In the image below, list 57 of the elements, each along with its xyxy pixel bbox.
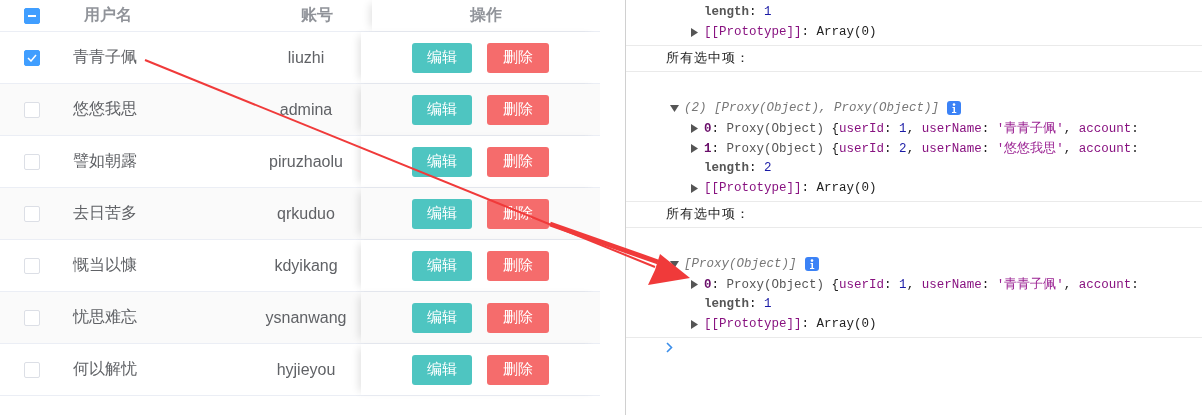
column-header: 用户名 <box>83 5 133 26</box>
table-cell-text: qrkuduo <box>276 204 336 223</box>
edit-button[interactable]: 编辑 <box>412 42 472 73</box>
table-cell-text: hyjieyou <box>275 360 337 379</box>
checkmark-icon <box>27 53 37 62</box>
table-cell-text: liuzhi <box>286 48 326 67</box>
edit-button[interactable]: 编辑 <box>412 198 472 229</box>
edit-button[interactable]: 编辑 <box>412 250 472 281</box>
column-header: 账号 <box>300 5 334 25</box>
table-cell-text: 譬如朝露 <box>72 151 138 172</box>
table-cell-text: 青青子佩 <box>72 47 138 68</box>
table-cell-text: kdyikang <box>273 256 339 275</box>
checkbox[interactable] <box>24 49 40 66</box>
console-property: length: 1 <box>704 5 772 19</box>
delete-button[interactable]: 删除 <box>487 146 549 177</box>
table-cell-text: piruzhaolu <box>268 152 344 171</box>
log-message: 所有选中项： <box>666 49 750 67</box>
caret-right-icon[interactable] <box>690 183 699 193</box>
caret-down-icon[interactable] <box>670 103 679 113</box>
console-property: 0: Proxy(Object) {userId: 1, userName: '青青子佩', account: <box>704 120 1139 137</box>
console-property: [[Prototype]]: Array(0) <box>704 317 877 331</box>
caret-right-icon[interactable] <box>690 123 699 133</box>
checkbox[interactable] <box>24 7 40 24</box>
caret-right-icon[interactable] <box>690 279 699 289</box>
table-cell-text: 何以解忧 <box>72 359 138 380</box>
table-cell-text: 悠悠我思 <box>72 99 138 120</box>
edit-button[interactable]: 编辑 <box>412 354 472 385</box>
console-property: [[Prototype]]: Array(0) <box>704 181 877 195</box>
delete-button[interactable]: 删除 <box>487 42 549 73</box>
table-cell-text: admina <box>278 100 334 119</box>
array-summary: (2) [Proxy(Object), Proxy(Object)] <box>684 101 940 115</box>
array-summary: [Proxy(Object)] <box>684 257 797 271</box>
console-property: 0: Proxy(Object) {userId: 1, userName: '青青子佩', account: <box>704 276 1139 293</box>
table-cell-text: ysnanwang <box>264 308 348 327</box>
table-cell-text: 去日苦多 <box>72 203 138 224</box>
edit-button[interactable]: 编辑 <box>412 94 472 125</box>
info-icon <box>804 257 819 271</box>
prompt-chevron-icon[interactable] <box>666 342 673 353</box>
minus-icon <box>28 14 36 17</box>
console-property: 1: Proxy(Object) {userId: 2, userName: '悠悠我思', account: <box>704 140 1139 157</box>
caret-right-icon[interactable] <box>690 319 699 329</box>
table-cell-text: 忧思难忘 <box>71 307 138 328</box>
console-property: length: 1 <box>704 297 772 311</box>
edit-button[interactable]: 编辑 <box>412 302 472 333</box>
delete-button[interactable]: 删除 <box>487 250 549 281</box>
column-header: 操作 <box>470 5 502 26</box>
delete-button[interactable]: 删除 <box>487 94 549 125</box>
console-property: [[Prototype]]: Array(0) <box>704 25 877 39</box>
log-message: 所有选中项： <box>666 205 750 223</box>
table-cell-text: 慨当以慷 <box>72 255 138 276</box>
edit-button[interactable]: 编辑 <box>412 146 472 177</box>
delete-button[interactable]: 删除 <box>487 354 549 385</box>
delete-button[interactable]: 删除 <box>487 302 549 333</box>
info-icon <box>947 101 962 115</box>
console-property: length: 2 <box>704 161 772 175</box>
caret-right-icon[interactable] <box>690 27 699 37</box>
caret-right-icon[interactable] <box>690 143 699 153</box>
